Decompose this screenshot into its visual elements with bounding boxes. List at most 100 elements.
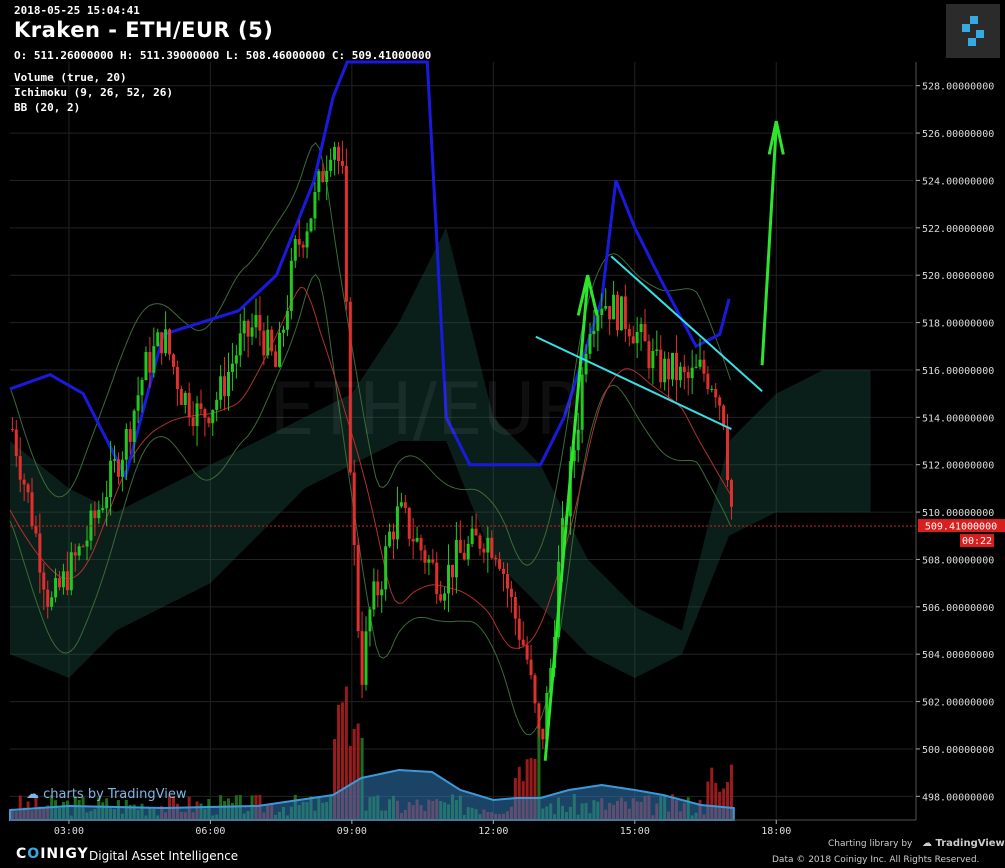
candle-body (399, 502, 403, 507)
candle-body (337, 146, 341, 161)
candle-body (65, 571, 69, 591)
candle-body (242, 320, 246, 334)
candle-body (281, 329, 285, 333)
candle-body (541, 728, 545, 740)
price-chart[interactable]: ETH/EUR 498.00000000 500.00000000 502.0000… (0, 0, 1005, 868)
brand-tagline: Digital Asset Intelligence (89, 849, 239, 863)
candle-body (639, 323, 643, 332)
candle-body (368, 609, 372, 632)
time-axis[interactable]: 03:00 06:00 09:00 12:00 15:00 18:00 (10, 819, 916, 837)
candle-body (329, 159, 333, 171)
candle-body (643, 323, 647, 342)
indicator-ichimoku[interactable]: Ichimoku (9, 26, 52, 26) (14, 86, 173, 99)
candle-body (317, 171, 321, 193)
candle-body (384, 546, 388, 590)
candle-body (513, 597, 517, 619)
chart-title: Kraken - ETH/EUR (5) (14, 18, 274, 42)
candle-body (207, 417, 211, 424)
candle-body (509, 588, 513, 598)
candle-body (466, 543, 470, 560)
price-tick-label: 502.00000000 (922, 698, 994, 709)
candle-body (411, 538, 415, 542)
candle-body (30, 492, 34, 527)
candle-body (301, 244, 305, 248)
candle-body (427, 559, 431, 563)
price-axis[interactable]: 498.00000000 500.00000000 502.00000000 504.… (915, 62, 994, 820)
price-tick-label: 510.00000000 (922, 508, 994, 519)
price-tick-label: 516.00000000 (922, 366, 994, 377)
candle-body (415, 537, 419, 542)
candle-body (195, 403, 199, 427)
candle-body (85, 540, 89, 547)
tradingview-icon: ☁ (922, 838, 936, 849)
candle-body (14, 429, 18, 457)
candle-body (124, 429, 128, 460)
candle-body (694, 366, 698, 368)
indicator-volume[interactable]: Volume (true, 20) (14, 71, 127, 84)
candle-body (502, 568, 506, 574)
header-datetime: 2018-05-25 15:04:41 (14, 4, 140, 17)
time-tick-label: 18:00 (761, 826, 791, 837)
candle-body (388, 531, 392, 547)
candle-body (199, 403, 203, 410)
candle-body (690, 367, 694, 379)
candle-body (313, 192, 317, 219)
candle-body (50, 597, 54, 607)
candle-body (360, 631, 364, 685)
price-tick-label: 520.00000000 (922, 271, 994, 282)
candle-body (407, 507, 411, 539)
bullish-arrow-2 (760, 125, 778, 366)
candle-body (144, 351, 148, 380)
time-tick-label: 03:00 (54, 826, 84, 837)
tradingview-watermark: ☁ charts by TradingView (26, 787, 187, 802)
candle-body (293, 238, 297, 261)
candle-body (34, 526, 38, 534)
candle-body (682, 366, 686, 373)
candle-body (447, 564, 451, 594)
price-tick-label: 508.00000000 (922, 555, 994, 566)
library-name[interactable]: ☁ TradingView (922, 838, 1005, 849)
candle-body (223, 376, 227, 397)
candle-body (168, 329, 172, 355)
candle-body (729, 480, 733, 507)
time-tick-label: 12:00 (478, 826, 508, 837)
candle-body (537, 703, 541, 729)
candle-body (93, 510, 97, 519)
candle-body (533, 675, 537, 704)
candle-body (69, 552, 73, 591)
candle-body (116, 459, 120, 477)
candle-body (175, 366, 179, 390)
candle-body (179, 389, 183, 405)
candle-body (254, 315, 258, 328)
price-tick-label: 514.00000000 (922, 413, 994, 424)
candle-body (714, 388, 718, 398)
candle-body (58, 578, 62, 588)
price-tick-label: 518.00000000 (922, 319, 994, 330)
candle-body (258, 315, 262, 331)
candle-body (136, 395, 140, 411)
candle-body (392, 531, 396, 540)
candle-body (517, 618, 521, 640)
candle-body (278, 332, 282, 367)
candle-body (663, 358, 667, 383)
candle-body (616, 294, 620, 331)
indicator-bollinger[interactable]: BB (20, 2) (14, 101, 80, 114)
candle-body (289, 260, 293, 311)
candle-body (10, 429, 14, 431)
candle-body (364, 631, 368, 685)
candle-body (113, 459, 117, 461)
candle-body (266, 329, 270, 356)
candle-body (655, 349, 659, 351)
coinigy-brand: COINIGY (16, 846, 89, 862)
candle-body (458, 540, 462, 553)
candle-body (109, 460, 113, 498)
price-tick-label: 506.00000000 (922, 603, 994, 614)
price-tick-label: 498.00000000 (922, 792, 994, 803)
candle-body (529, 659, 533, 676)
candle-body (478, 535, 482, 549)
candle-body (54, 578, 58, 598)
candle-body (211, 409, 215, 424)
candle-body (706, 373, 710, 390)
candle-body (671, 352, 675, 380)
candle-body (297, 238, 301, 245)
